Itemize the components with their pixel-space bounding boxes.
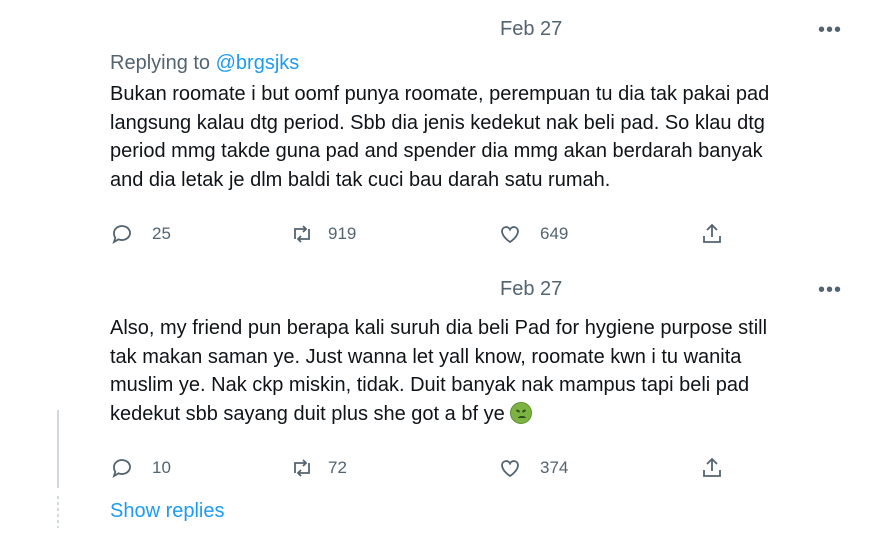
replying-to: Replying to @brgsjks bbox=[110, 50, 840, 76]
retweet-button[interactable]: 919 bbox=[290, 220, 356, 248]
replying-handle-link[interactable]: @brgsjks bbox=[216, 52, 300, 74]
tweet-text-line-with-emoji: kedekut sbb sayang duit plus she got a b… bbox=[110, 400, 840, 429]
tweet-date[interactable]: Feb 27 bbox=[500, 18, 562, 41]
heart-icon bbox=[501, 460, 519, 478]
reply-icon bbox=[112, 225, 131, 244]
tweet-text-line: and dia letak je dlm baldi tak cuci bau … bbox=[110, 168, 611, 191]
reply-button[interactable]: 25 bbox=[110, 220, 171, 248]
retweet-count: 919 bbox=[328, 224, 357, 243]
share-button[interactable] bbox=[700, 454, 724, 482]
nauseated-face-emoji-icon bbox=[510, 401, 533, 424]
retweet-icon bbox=[294, 225, 310, 243]
tweet-text-line: kedekut sbb sayang duit plus she got a b… bbox=[110, 402, 505, 425]
more-options-icon[interactable]: ••• bbox=[818, 280, 842, 300]
thread-connector-dots bbox=[57, 496, 59, 528]
tweet-thread: Feb 27 ••• Replying to @brgsjks Bukan ro… bbox=[0, 0, 870, 533]
show-replies-link[interactable]: Show replies bbox=[110, 500, 225, 523]
tweet-text-line: Also, my friend pun berapa kali suruh di… bbox=[110, 317, 768, 339]
share-icon bbox=[703, 223, 721, 243]
tweet-text: Bukan roomate i but oomf punya roomate, … bbox=[110, 80, 840, 194]
like-count: 374 bbox=[540, 458, 569, 477]
tweet-text-line: tak makan saman ye. Just wanna let yall … bbox=[110, 345, 742, 368]
tweet-meta: Feb 27 ••• bbox=[110, 278, 842, 304]
like-button[interactable]: 374 bbox=[498, 454, 568, 482]
heart-icon bbox=[501, 226, 519, 244]
tweet-date[interactable]: Feb 27 bbox=[500, 278, 562, 301]
reply-icon bbox=[112, 459, 131, 478]
tweet-text-line: period mmg takde guna pad and spender di… bbox=[110, 140, 763, 162]
retweet-count: 72 bbox=[328, 458, 347, 477]
tweet-text-line: langsung kalau dtg period. Sbb dia jenis… bbox=[110, 111, 765, 134]
like-button[interactable]: 649 bbox=[498, 220, 568, 248]
reply-count: 25 bbox=[152, 224, 171, 243]
tweet-text: Also, my friend pun berapa kali suruh di… bbox=[110, 314, 840, 428]
reply-button[interactable]: 10 bbox=[110, 454, 171, 482]
thread-connector-line bbox=[57, 410, 59, 488]
tweet-text-line: Bukan roomate i but oomf punya roomate, … bbox=[110, 83, 770, 105]
reply-count: 10 bbox=[152, 458, 171, 477]
share-button[interactable] bbox=[700, 220, 724, 248]
tweet-actions: 10 72 374 bbox=[110, 454, 840, 482]
tweet-text-line: muslim ye. Nak ckp miskin, tidak. Duit b… bbox=[110, 374, 750, 396]
tweet[interactable]: Feb 27 ••• Also, my friend pun berapa ka… bbox=[110, 278, 842, 482]
tweet-actions: 25 919 649 bbox=[110, 220, 840, 248]
tweet[interactable]: Feb 27 ••• Replying to @brgsjks Bukan ro… bbox=[110, 18, 842, 248]
share-icon bbox=[703, 457, 721, 477]
tweet-meta: Feb 27 ••• bbox=[110, 18, 842, 44]
more-options-icon[interactable]: ••• bbox=[818, 20, 842, 40]
retweet-icon bbox=[294, 459, 310, 477]
retweet-button[interactable]: 72 bbox=[290, 454, 347, 482]
like-count: 649 bbox=[540, 224, 569, 243]
replying-prefix: Replying to bbox=[110, 52, 211, 74]
